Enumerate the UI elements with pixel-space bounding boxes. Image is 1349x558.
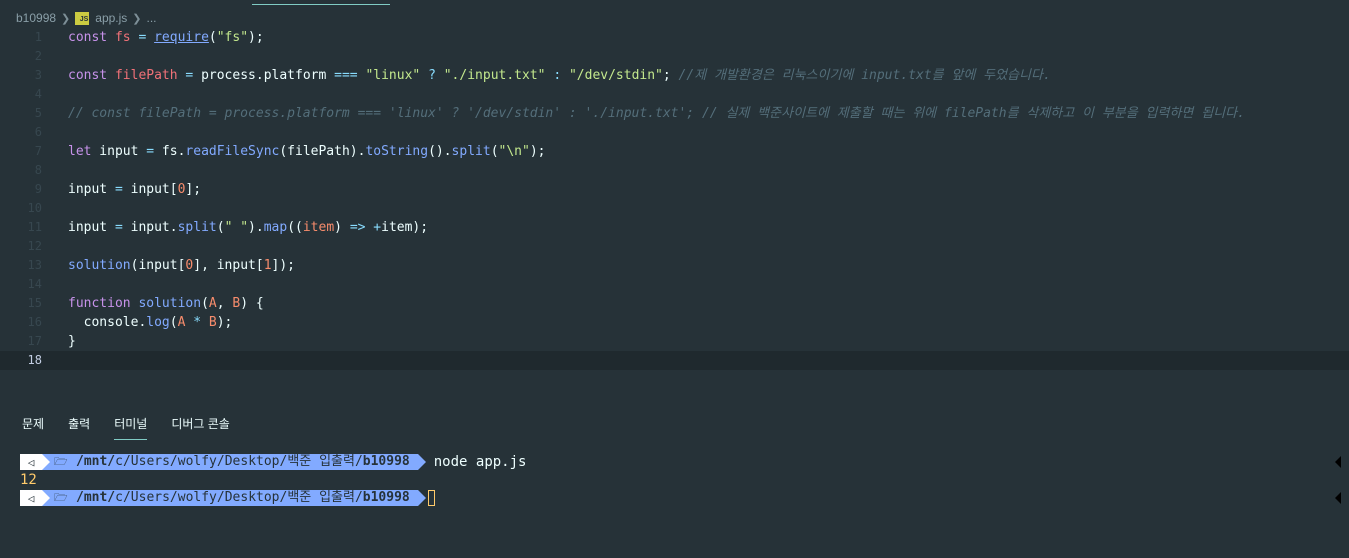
chevron-right-icon: ❯ <box>61 12 71 25</box>
breadcrumb: b10998 ❯ JS app.js ❯ ... <box>16 9 157 27</box>
code-text[interactable]: input = input.split(" ").map((item) => +… <box>68 218 428 237</box>
code-line: 17} <box>0 332 1349 351</box>
code-line: 5 // const filePath = process.platform ==… <box>0 104 1349 123</box>
line-number: 15 <box>27 296 42 310</box>
chevron-right-icon: ❯ <box>132 12 142 25</box>
code-text[interactable]: let input = fs.readFileSync(filePath).to… <box>68 142 545 161</box>
code-text[interactable]: function solution(A, B) { <box>68 294 264 313</box>
line-number: 8 <box>34 163 42 177</box>
line-number: 14 <box>27 277 42 291</box>
code-comment[interactable]: // const filePath = process.platform ===… <box>68 104 1245 123</box>
prompt-path-mid: c/Users/wolfy/Desktop/백준 입출력/ <box>115 490 363 505</box>
code-line: 1 const fs = require("fs"); <box>0 28 1349 47</box>
code-text[interactable]: solution(input[0], input[1]); <box>68 256 295 275</box>
code-line: 3 const filePath = process.platform === "… <box>0 66 1349 85</box>
active-tab-indicator <box>252 4 390 5</box>
code-line: 11 input = input.split(" ").map((item) =>… <box>0 218 1349 237</box>
code-line: 4 <box>0 85 1349 104</box>
line-number: 11 <box>27 220 42 234</box>
prompt-path-mid: c/Users/wolfy/Desktop/백준 입출력/ <box>115 454 363 469</box>
terminal-prompt-line: ◁ 🗁 /mnt/c/Users/wolfy/Desktop/백준 입출력/b1… <box>20 453 526 471</box>
code-line: 13 solution(input[0], input[1]); <box>0 256 1349 275</box>
breadcrumb-more[interactable]: ... <box>147 11 157 25</box>
scroll-marker-icon <box>1335 492 1341 504</box>
code-text[interactable]: const fs = require("fs"); <box>68 28 264 47</box>
line-number: 9 <box>34 182 42 196</box>
line-number: 5 <box>34 106 42 120</box>
prompt-path-bold: b10998 <box>362 454 410 469</box>
terminal-output: 12 <box>20 472 37 488</box>
terminal-prompt-line[interactable]: ◁ 🗁 /mnt/c/Users/wolfy/Desktop/백준 입출력/b1… <box>20 489 435 507</box>
panel-tabs: 문제 출력 터미널 디버그 콘솔 <box>22 412 254 440</box>
folder-icon: 🗁 <box>54 491 68 504</box>
code-line: 10 <box>0 199 1349 218</box>
line-number: 16 <box>27 315 42 329</box>
code-line: 6 <box>0 123 1349 142</box>
line-number: 7 <box>34 144 42 158</box>
code-line: 16 console.log(A * B); <box>0 313 1349 332</box>
tab-debug-console[interactable]: 디버그 콘솔 <box>171 412 230 440</box>
folder-icon: 🗁 <box>54 455 68 468</box>
code-text[interactable]: const filePath = process.platform === "l… <box>68 66 1051 85</box>
line-number: 1 <box>34 30 42 44</box>
js-file-icon: JS <box>75 11 90 25</box>
code-comment: //제 개발환경은 리눅스이기에 input.txt를 앞에 두었습니다. <box>678 68 1051 83</box>
code-editor[interactable]: 1 const fs = require("fs"); 2 3 const file… <box>0 28 1349 370</box>
line-number: 10 <box>27 201 42 215</box>
terminal-command: node app.js <box>433 454 527 470</box>
line-number: 12 <box>27 239 42 253</box>
breadcrumb-folder[interactable]: b10998 <box>16 11 56 25</box>
terminal-prompt-icon: ◁ <box>20 454 42 470</box>
scroll-marker-icon <box>1335 456 1341 468</box>
code-line-current: 18 <box>0 351 1349 370</box>
line-number: 4 <box>34 87 42 101</box>
line-number: 18 <box>27 353 42 367</box>
tab-problems[interactable]: 문제 <box>22 412 44 440</box>
code-line: 9 input = input[0]; <box>0 180 1349 199</box>
code-line: 12 <box>0 237 1349 256</box>
line-number: 2 <box>34 49 42 63</box>
tab-terminal[interactable]: 터미널 <box>114 412 148 440</box>
terminal-cursor[interactable] <box>427 490 435 506</box>
terminal-prompt-path: 🗁 /mnt/c/Users/wolfy/Desktop/백준 입출력/b109… <box>42 454 426 470</box>
tab-output[interactable]: 출력 <box>68 412 90 440</box>
code-text[interactable]: input = input[0]; <box>68 180 201 199</box>
breadcrumb-file[interactable]: app.js <box>95 11 127 25</box>
line-number: 3 <box>34 68 42 82</box>
code-text[interactable]: } <box>68 332 76 351</box>
prompt-path-prefix: /mnt/ <box>76 490 116 505</box>
prompt-path-bold: b10998 <box>362 490 410 505</box>
terminal-prompt-icon: ◁ <box>20 490 42 506</box>
line-number: 17 <box>27 334 42 348</box>
code-line: 2 <box>0 47 1349 66</box>
code-line: 8 <box>0 161 1349 180</box>
terminal-prompt-path: 🗁 /mnt/c/Users/wolfy/Desktop/백준 입출력/b109… <box>42 490 426 506</box>
code-text[interactable]: console.log(A * B); <box>68 313 233 332</box>
prompt-path-prefix: /mnt/ <box>76 454 116 469</box>
code-line: 7 let input = fs.readFileSync(filePath).t… <box>0 142 1349 161</box>
code-line: 15 function solution(A, B) { <box>0 294 1349 313</box>
line-number: 13 <box>27 258 42 272</box>
line-number: 6 <box>34 125 42 139</box>
code-line: 14 <box>0 275 1349 294</box>
